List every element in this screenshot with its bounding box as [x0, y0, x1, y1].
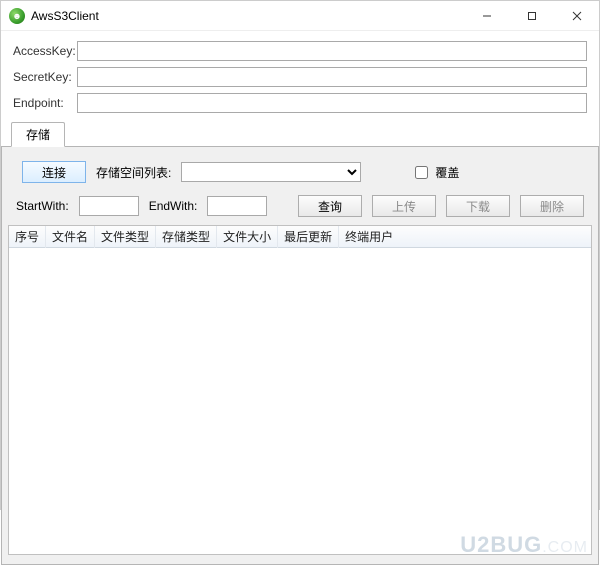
secretkey-label: SecretKey:	[13, 70, 77, 84]
startwith-input[interactable]	[79, 196, 139, 216]
secretkey-input[interactable]	[77, 67, 587, 87]
col-lastupdate[interactable]: 最后更新	[278, 226, 339, 248]
endpoint-input[interactable]	[77, 93, 587, 113]
file-list[interactable]: 序号 文件名 文件类型 存储类型 文件大小 最后更新 终端用户	[8, 225, 592, 555]
credentials-form: AccessKey: SecretKey: Endpoint:	[1, 31, 599, 125]
window-controls	[464, 1, 599, 30]
col-index[interactable]: 序号	[9, 226, 46, 248]
close-icon	[572, 11, 582, 21]
storage-panel: 连接 存储空间列表: 覆盖 StartWith: EndWith: 查询 上传 …	[1, 147, 599, 565]
maximize-icon	[527, 11, 537, 21]
overwrite-label: 覆盖	[435, 164, 459, 181]
titlebar: ☻ AwsS3Client	[1, 1, 599, 31]
minimize-button[interactable]	[464, 1, 509, 30]
accesskey-input[interactable]	[77, 41, 587, 61]
endwith-label: EndWith:	[149, 199, 198, 213]
tab-storage-label: 存储	[26, 128, 50, 142]
app-icon: ☻	[9, 8, 25, 24]
connect-button-label: 连接	[42, 166, 66, 180]
query-button[interactable]: 查询	[298, 195, 362, 217]
col-filename[interactable]: 文件名	[46, 226, 95, 248]
minimize-icon	[482, 11, 492, 21]
col-filetype[interactable]: 文件类型	[95, 226, 156, 248]
overwrite-checkbox-wrap[interactable]: 覆盖	[411, 163, 459, 182]
delete-button-label: 删除	[540, 200, 564, 214]
col-enduser[interactable]: 终端用户	[339, 226, 591, 248]
connect-button[interactable]: 连接	[22, 161, 86, 183]
file-list-header: 序号 文件名 文件类型 存储类型 文件大小 最后更新 终端用户	[9, 226, 591, 248]
close-button[interactable]	[554, 1, 599, 30]
accesskey-label: AccessKey:	[13, 44, 77, 58]
window-title: AwsS3Client	[31, 9, 99, 23]
col-storagetype[interactable]: 存储类型	[156, 226, 217, 248]
download-button[interactable]: 下载	[446, 195, 510, 217]
delete-button[interactable]: 删除	[520, 195, 584, 217]
startwith-label: StartWith:	[16, 199, 69, 213]
tab-storage[interactable]: 存储	[11, 122, 65, 147]
upload-button-label: 上传	[392, 200, 416, 214]
query-button-label: 查询	[318, 200, 342, 214]
endpoint-label: Endpoint:	[13, 96, 77, 110]
upload-button[interactable]: 上传	[372, 195, 436, 217]
overwrite-checkbox[interactable]	[415, 166, 428, 179]
bucket-list-select[interactable]	[181, 162, 361, 182]
bucket-list-label: 存储空间列表:	[96, 164, 171, 181]
col-filesize[interactable]: 文件大小	[217, 226, 278, 248]
maximize-button[interactable]	[509, 1, 554, 30]
endwith-input[interactable]	[207, 196, 267, 216]
download-button-label: 下载	[466, 200, 490, 214]
tab-strip: 存储	[1, 125, 599, 147]
